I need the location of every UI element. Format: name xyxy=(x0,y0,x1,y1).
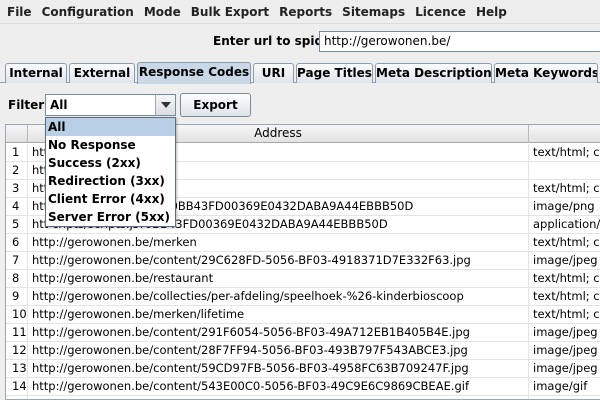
table-row[interactable]: 10 http://gerowonen.be/merken/lifetime tex… xyxy=(6,306,600,324)
row-content-type xyxy=(529,162,600,180)
table-row[interactable]: 8 http://gerowonen.be/restaurant text/html… xyxy=(6,270,600,288)
table-row[interactable]: 11 http://gerowonen.be/content/291F6054-5… xyxy=(6,324,600,342)
row-index: 7 xyxy=(6,252,28,270)
row-content-type: text/html; cha xyxy=(533,145,600,159)
menu-item-licence[interactable]: Licence xyxy=(410,5,471,19)
row-content-type: image/jpeg xyxy=(533,343,598,357)
row-content-type: text/html; cha xyxy=(533,181,600,195)
row-index: 1 xyxy=(6,144,28,162)
row-content-type: text/html; cha xyxy=(533,235,600,249)
row-content-type: image/gif xyxy=(529,396,600,399)
row-address: http://gerowonen.be/collecties/per-afdel… xyxy=(28,288,529,306)
row-content-type: image/jpeg xyxy=(533,361,598,375)
row-index: 6 xyxy=(6,234,28,252)
dropdown-arrow-icon[interactable] xyxy=(155,95,175,115)
row-index: 9 xyxy=(6,288,28,306)
tab-meta-description[interactable]: Meta Description xyxy=(375,63,492,83)
table-row[interactable]: 9 http://gerowonen.be/collecties/per-afde… xyxy=(6,288,600,306)
row-content-type: image/jpeg xyxy=(533,253,598,267)
tab-meta-keywords[interactable]: Meta Keywords xyxy=(494,63,598,83)
row-content-type: image/jpeg xyxy=(533,325,598,339)
table-row[interactable]: 7 http://gerowonen.be/content/29C628FD-50… xyxy=(6,252,600,270)
menu-item-help[interactable]: Help xyxy=(471,5,512,19)
menu-item-reports[interactable]: Reports xyxy=(274,5,337,19)
row-content-type: image/gif xyxy=(533,379,588,393)
filter-select-value: All xyxy=(50,98,68,112)
column-header-index[interactable] xyxy=(6,125,28,143)
tab-response-codes[interactable]: Response Codes xyxy=(137,62,251,84)
row-address: http://gerowonen.be/restaurant xyxy=(28,270,529,288)
menu-item-mode[interactable]: Mode xyxy=(139,5,186,19)
row-content-type: text/html; cha xyxy=(533,307,600,321)
row-address: http://gerowonen.be/content/28F7FF94-505… xyxy=(28,342,529,360)
menu-bar: File Configuration Mode Bulk Export Reports S… xyxy=(0,0,600,24)
menu-item-sitemaps[interactable]: Sitemaps xyxy=(337,5,410,19)
row-address: http://gerowonen.be/content/543E00C0-505… xyxy=(28,378,529,396)
filter-option-all[interactable]: All xyxy=(46,118,175,136)
filter-bar: Filter: All Export xyxy=(0,90,600,118)
row-address: http://gerowonen.be/content/5BDF86F6-505… xyxy=(28,396,529,399)
row-index: 2 xyxy=(6,162,28,180)
row-index: 5 xyxy=(6,216,28,234)
table-row[interactable]: 13 http://gerowonen.be/content/59CD97FB-5… xyxy=(6,360,600,378)
row-index: 8 xyxy=(6,270,28,288)
table-row[interactable]: 15http://gerowonen.be/content/5BDF86F6-5… xyxy=(6,396,600,399)
row-content-type: application/x xyxy=(533,217,600,231)
filter-label: Filter: xyxy=(8,98,50,112)
menu-item-bulk-export[interactable]: Bulk Export xyxy=(186,5,274,19)
table-row[interactable]: 14 http://gerowonen.be/content/543E00C0-5… xyxy=(6,378,600,396)
table-row[interactable]: 12 http://gerowonen.be/content/28F7FF94-5… xyxy=(6,342,600,360)
row-address: http://gerowonen.be/merken xyxy=(28,234,529,252)
export-button[interactable]: Export xyxy=(180,93,251,117)
filter-option-redirection-3xx[interactable]: Redirection (3xx) xyxy=(46,172,175,190)
row-index: 12 xyxy=(6,342,28,360)
row-index: 10 xyxy=(6,306,28,324)
table-row[interactable]: 6http://gerowonen.be/merken text/html; ch… xyxy=(6,234,600,252)
filter-option-success-2xx[interactable]: Success (2xx) xyxy=(46,154,175,172)
tab-page-titles[interactable]: Page Titles xyxy=(296,63,373,83)
row-content-type: image/png xyxy=(533,199,595,213)
column-header-content-type[interactable] xyxy=(529,125,600,143)
row-index: 14 xyxy=(6,378,28,396)
filter-option-server-error-5xx[interactable]: Server Error (5xx) xyxy=(46,208,175,226)
tab-external[interactable]: External xyxy=(69,63,135,83)
filter-option-client-error-4xx[interactable]: Client Error (4xx) xyxy=(46,190,175,208)
row-address: http://gerowonen.be/content/291F6054-505… xyxy=(28,324,529,342)
row-index: 13 xyxy=(6,360,28,378)
filter-dropdown-list: All No Response Success (2xx) Redirection (… xyxy=(45,117,176,227)
row-index: 4 xyxy=(6,198,28,216)
tab-uri[interactable]: URI xyxy=(253,63,294,83)
url-bar: Enter url to spider: http://gerowonen.be… xyxy=(0,30,600,54)
row-content-type: text/html; cha xyxy=(533,271,600,285)
tab-bar: Internal External Response Codes URI Page Ti… xyxy=(0,61,600,84)
row-index: 15 xyxy=(6,396,28,399)
row-content-type: text/html; cha xyxy=(533,289,600,303)
row-address: http://gerowonen.be/merken/lifetime xyxy=(28,306,529,324)
row-address: http://gerowonen.be/content/29C628FD-505… xyxy=(28,252,529,270)
row-index: 3 xyxy=(6,180,28,198)
filter-select[interactable]: All xyxy=(45,94,176,116)
filter-option-no-response[interactable]: No Response xyxy=(46,136,175,154)
menu-item-file[interactable]: File xyxy=(2,5,37,19)
row-index: 11 xyxy=(6,324,28,342)
url-input[interactable]: http://gerowonen.be/ xyxy=(319,31,600,52)
tab-internal[interactable]: Internal xyxy=(5,63,67,83)
row-address: http://gerowonen.be/content/59CD97FB-505… xyxy=(28,360,529,378)
menu-item-configuration[interactable]: Configuration xyxy=(37,5,139,19)
